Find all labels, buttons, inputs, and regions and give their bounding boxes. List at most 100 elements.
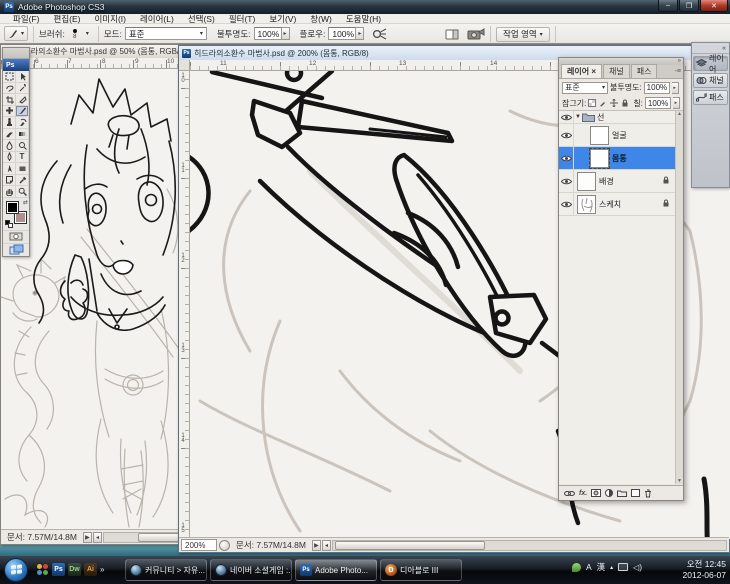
crop-tool[interactable] bbox=[3, 94, 16, 106]
opacity-field[interactable]: 100% bbox=[254, 27, 282, 40]
expand-dock-icon[interactable]: « bbox=[722, 45, 726, 52]
tab-layers[interactable]: 레이어 × bbox=[561, 64, 602, 78]
lasso-tool[interactable] bbox=[3, 83, 16, 95]
tab-paths[interactable]: 패스 bbox=[631, 64, 658, 78]
quicklaunch-photoshop-icon[interactable]: Ps bbox=[52, 563, 65, 576]
flow-field[interactable]: 100% bbox=[328, 27, 356, 40]
horizontal-scrollbar[interactable] bbox=[103, 532, 189, 543]
tab-close-icon[interactable]: × bbox=[591, 67, 596, 76]
swap-colors-icon[interactable]: ⇄ bbox=[23, 199, 28, 206]
layer-thumbnail[interactable] bbox=[577, 172, 596, 191]
visibility-eye-icon[interactable] bbox=[559, 170, 574, 192]
marquee-tool[interactable] bbox=[3, 71, 16, 83]
fill-slider-button[interactable]: ▸ bbox=[673, 97, 680, 109]
scroll-left-arrow[interactable]: ◂ bbox=[93, 532, 102, 543]
visibility-eye-icon[interactable] bbox=[559, 111, 574, 123]
maximize-button[interactable]: ❐ bbox=[679, 0, 699, 12]
layer-row-selected[interactable]: 몸통 bbox=[559, 147, 676, 170]
layer-thumbnail[interactable] bbox=[577, 195, 596, 214]
hand-tool[interactable] bbox=[3, 186, 16, 198]
horizontal-scrollbar[interactable] bbox=[332, 540, 727, 551]
palette-menu-icon[interactable]: -≡ bbox=[675, 68, 681, 75]
layer-mask-icon[interactable] bbox=[591, 489, 601, 497]
layer-blend-mode-select[interactable]: 표준 ▾ bbox=[562, 82, 608, 94]
zoom-level-field[interactable]: 200% bbox=[181, 539, 217, 551]
airbrush-toggle-icon[interactable] bbox=[372, 28, 388, 40]
menu-layer[interactable]: 레이어(L) bbox=[133, 13, 181, 25]
status-menu-arrow[interactable]: ▶ bbox=[83, 532, 92, 543]
antivirus-tray-icon[interactable] bbox=[572, 563, 581, 572]
brush-preset-picker[interactable]: 8 bbox=[68, 29, 82, 39]
layer-opacity-slider-button[interactable]: ▸ bbox=[672, 82, 679, 94]
new-group-icon[interactable] bbox=[617, 489, 627, 497]
screen-mode-button[interactable] bbox=[3, 243, 29, 256]
scroll-left-arrow[interactable]: ◂ bbox=[322, 540, 331, 551]
pen-tool[interactable] bbox=[3, 152, 16, 164]
quicklaunch-overflow-icon[interactable]: » bbox=[100, 565, 104, 574]
history-brush-tool[interactable] bbox=[16, 117, 29, 129]
zoom-tool[interactable] bbox=[16, 186, 29, 198]
layer-opacity-field[interactable]: 100% bbox=[644, 82, 670, 94]
ruler-corner-box[interactable] bbox=[179, 60, 190, 71]
display-tray-icon[interactable] bbox=[618, 563, 628, 571]
toolbox-header[interactable]: Ps bbox=[3, 59, 29, 71]
taskbar-button-naver-game[interactable]: 네이버 소셜게임 :... bbox=[210, 559, 292, 581]
collapse-dock-icon[interactable]: » bbox=[678, 58, 681, 65]
adjustment-layer-icon[interactable] bbox=[605, 489, 613, 497]
lock-all-icon[interactable] bbox=[620, 99, 629, 108]
layers-scrollbar[interactable]: ▲ ▼ bbox=[675, 111, 683, 484]
layer-row[interactable]: 스케치 bbox=[559, 193, 676, 216]
path-selection-tool[interactable] bbox=[3, 163, 16, 175]
visibility-eye-icon[interactable] bbox=[559, 124, 574, 146]
menu-edit[interactable]: 편집(E) bbox=[47, 13, 88, 25]
slice-tool[interactable] bbox=[16, 94, 29, 106]
visibility-eye-icon[interactable] bbox=[559, 193, 574, 215]
menu-filter[interactable]: 필터(T) bbox=[222, 13, 263, 25]
magic-wand-tool[interactable] bbox=[16, 83, 29, 95]
taskbar-button-diablo[interactable]: D 디아블로 III bbox=[380, 559, 462, 581]
foreground-color-swatch[interactable] bbox=[6, 201, 19, 214]
quicklaunch-illustrator-icon[interactable]: Ai bbox=[84, 563, 97, 576]
minimize-button[interactable]: – bbox=[658, 0, 678, 12]
notes-tool[interactable] bbox=[3, 175, 16, 187]
layer-row[interactable]: 얼굴 bbox=[559, 124, 676, 147]
new-layer-icon[interactable] bbox=[631, 489, 640, 497]
volume-icon[interactable]: ◁) bbox=[633, 563, 642, 572]
type-tool[interactable]: T bbox=[16, 152, 29, 164]
lock-position-icon[interactable] bbox=[609, 99, 618, 108]
layer-style-icon[interactable]: fx. bbox=[579, 490, 587, 497]
status-menu-arrow[interactable]: ▶ bbox=[312, 540, 321, 551]
dock-button-paths[interactable]: 패스 bbox=[693, 90, 728, 105]
layer-row[interactable]: 배경 bbox=[559, 170, 676, 193]
flow-slider-button[interactable]: ▸ bbox=[356, 27, 364, 40]
gradient-tool[interactable] bbox=[16, 129, 29, 141]
blur-tool[interactable] bbox=[3, 140, 16, 152]
layer-row-group[interactable]: ▼ 선 bbox=[559, 111, 676, 124]
visibility-eye-icon[interactable] bbox=[559, 147, 574, 169]
taskbar-button-community[interactable]: 커뮤니티 > 자유... bbox=[125, 559, 207, 581]
dock-button-channels[interactable]: 채널 bbox=[693, 73, 728, 88]
opacity-slider-button[interactable]: ▸ bbox=[282, 27, 290, 40]
delete-layer-icon[interactable] bbox=[644, 489, 652, 498]
toggle-palettes-icon[interactable] bbox=[445, 29, 459, 40]
shape-tool[interactable] bbox=[16, 163, 29, 175]
workspace-button[interactable]: 작업 영역 ▾ bbox=[496, 27, 550, 42]
link-layers-icon[interactable] bbox=[564, 490, 575, 497]
version-cue-icon[interactable] bbox=[219, 540, 230, 551]
menu-image[interactable]: 이미지(I) bbox=[87, 13, 132, 25]
healing-brush-tool[interactable] bbox=[3, 106, 16, 118]
layer-thumbnail[interactable] bbox=[590, 149, 609, 168]
lock-pixels-icon[interactable] bbox=[598, 99, 607, 108]
blend-mode-select[interactable]: 표준 ▾ bbox=[125, 27, 207, 40]
tray-expand-arrow-icon[interactable]: ▴ bbox=[610, 564, 613, 571]
close-button[interactable]: ✕ bbox=[700, 0, 728, 12]
brush-tool[interactable] bbox=[16, 106, 29, 118]
taskbar-clock[interactable]: 오전 12:45 2012-06-07 bbox=[683, 559, 726, 581]
scroll-up-arrow[interactable]: ▲ bbox=[677, 111, 682, 117]
menu-view[interactable]: 보기(V) bbox=[262, 13, 303, 25]
tool-preset-picker[interactable]: ▾ bbox=[4, 26, 28, 41]
start-button[interactable] bbox=[4, 558, 28, 582]
move-tool[interactable] bbox=[16, 71, 29, 83]
msn-icon[interactable] bbox=[36, 563, 49, 576]
layer-thumbnail[interactable] bbox=[590, 126, 609, 145]
